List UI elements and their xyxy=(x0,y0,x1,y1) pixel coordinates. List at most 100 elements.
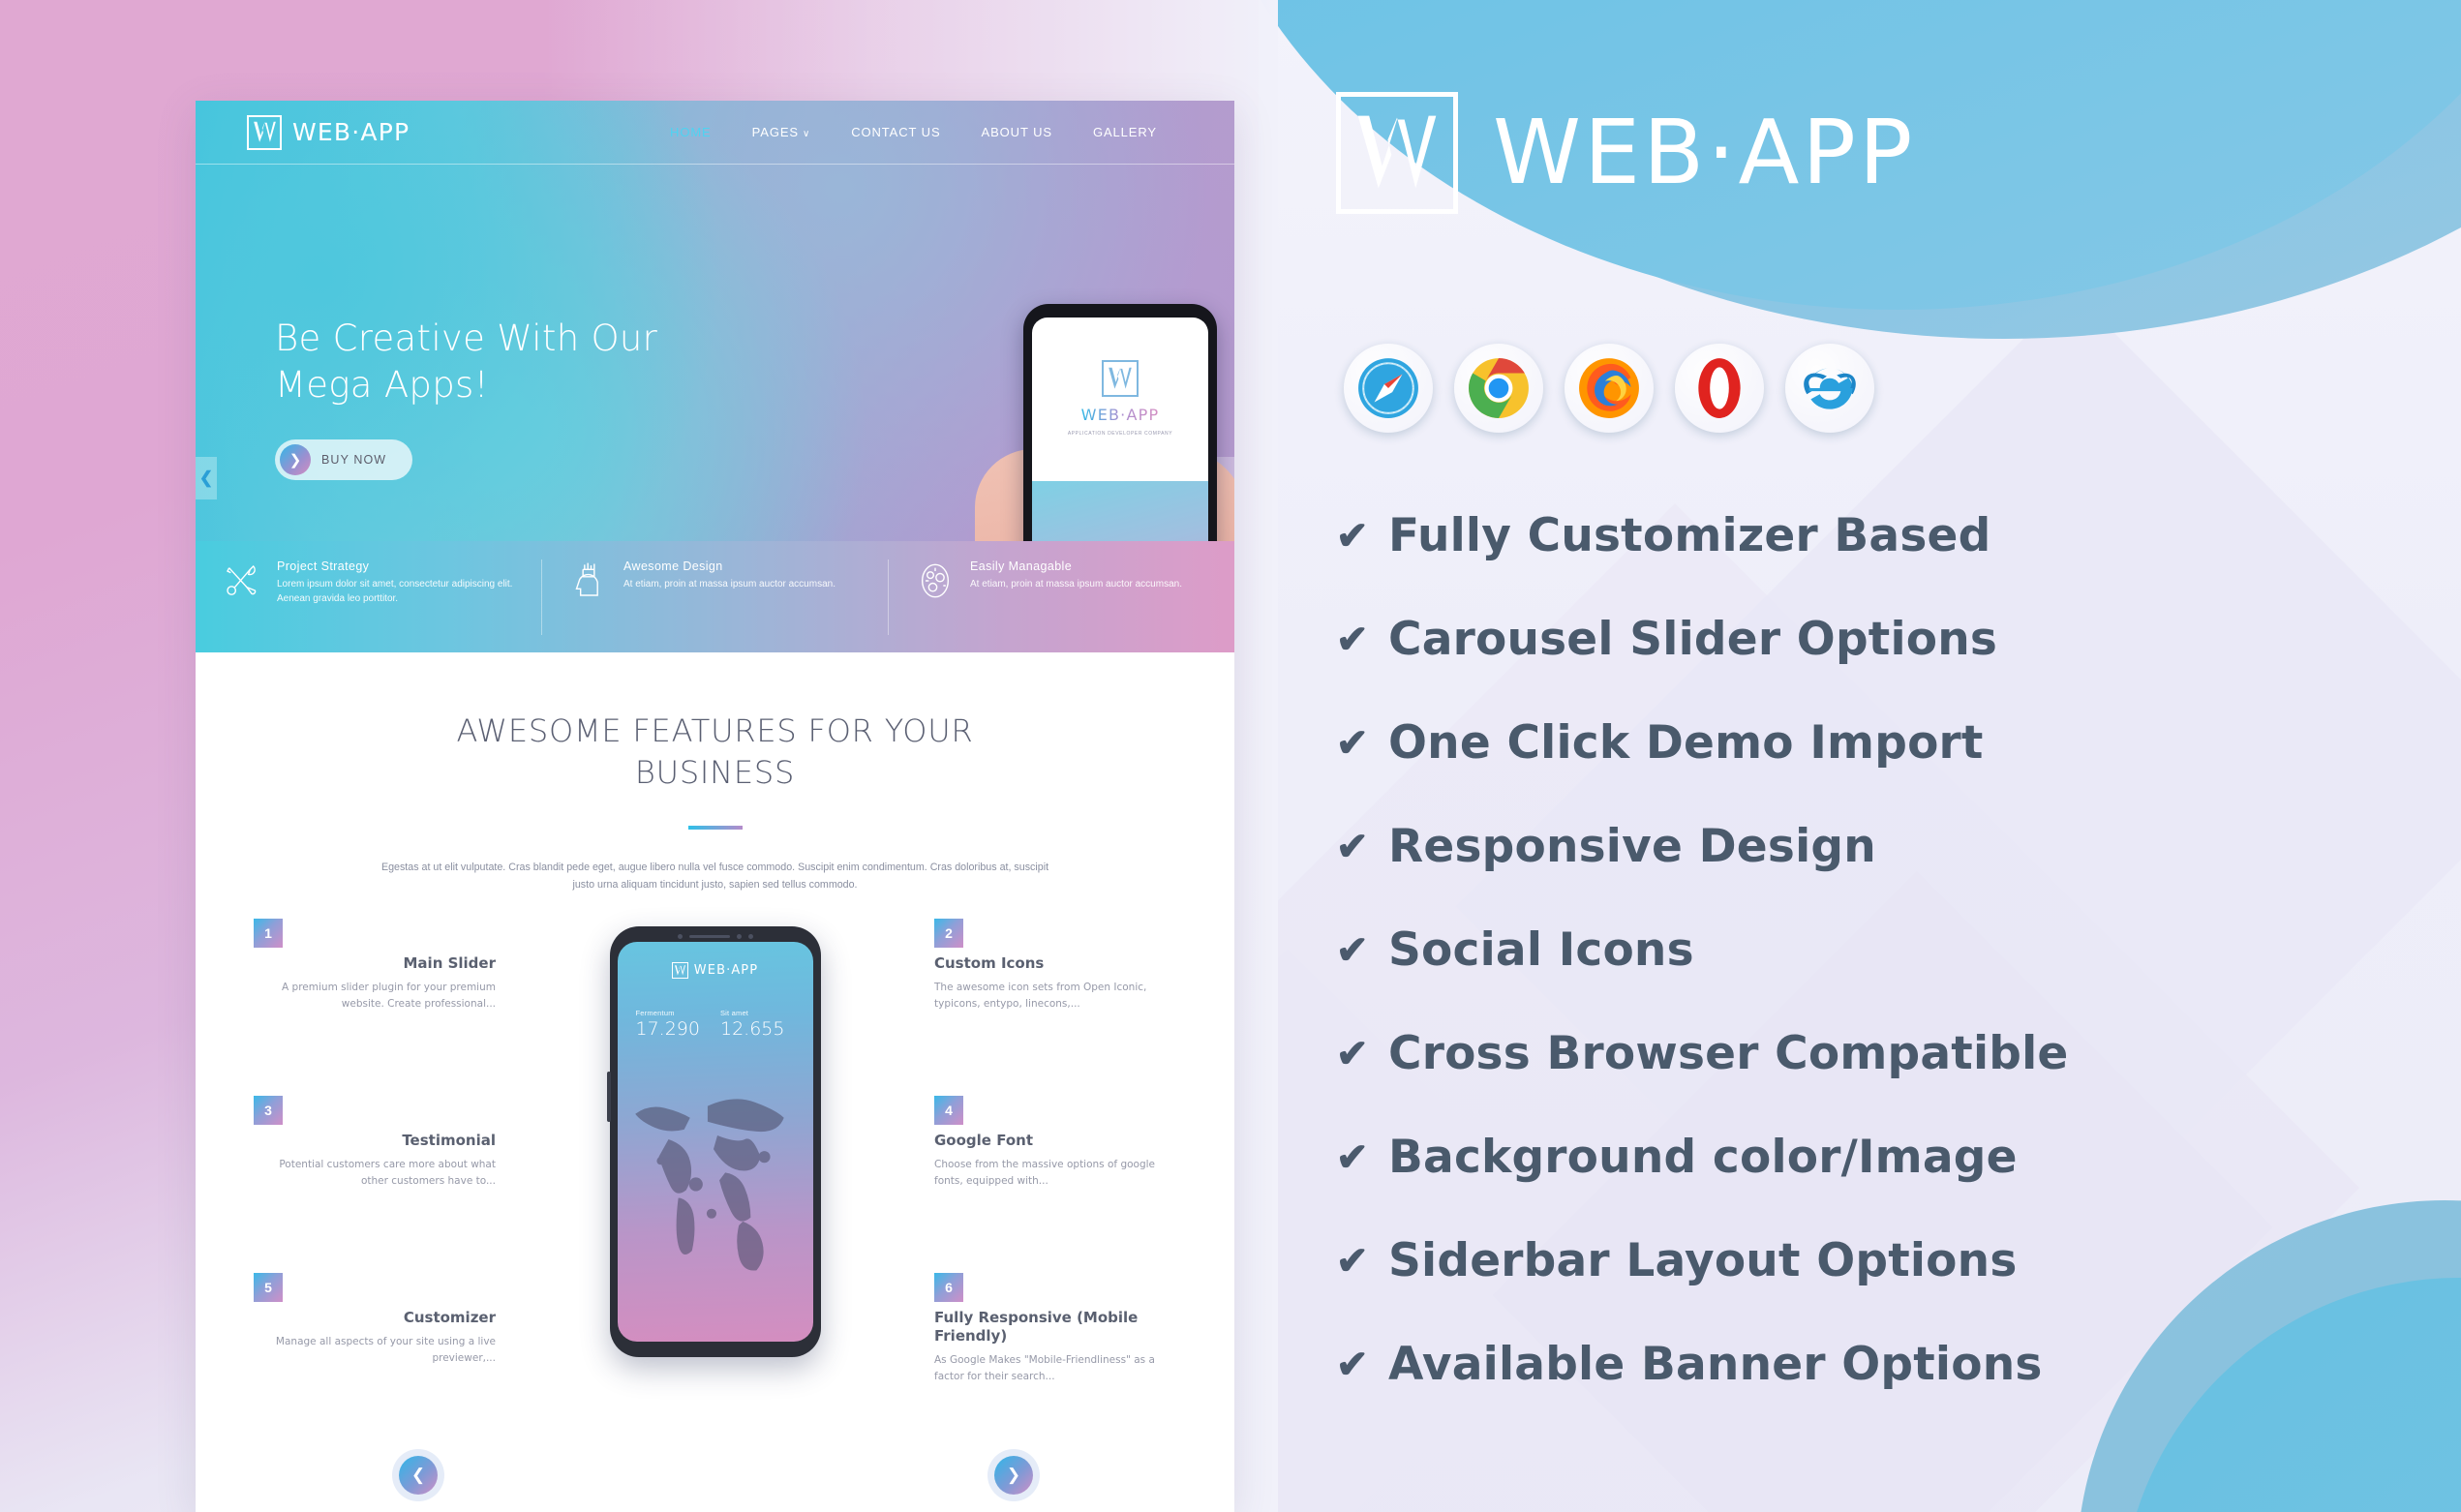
chevron-right-icon: ❯ xyxy=(280,444,311,476)
feature-card-title: Fully Responsive (Mobile Friendly) xyxy=(934,1309,1139,1346)
feature-list-item: ✔ Social Icons xyxy=(1336,898,2382,1002)
feature-card-desc: Potential customers care more about what… xyxy=(279,1159,496,1188)
hero-heading-line-1: Be Creative With Our xyxy=(275,318,658,359)
feature-list-item: ✔ Available Banner Options xyxy=(1336,1313,2382,1416)
feature-card-1: 1 Main Slider A premium slider plugin fo… xyxy=(254,919,496,1096)
phone-camera-dot xyxy=(677,933,683,939)
features-grid: 1 Main Slider A premium slider plugin fo… xyxy=(196,919,1234,1461)
feature-card-desc: Choose from the massive options of googl… xyxy=(934,1159,1156,1188)
feature-card-title: Main Slider xyxy=(403,954,497,973)
feature-card-desc: Manage all aspects of your site using a … xyxy=(275,1336,496,1365)
tools-icon xyxy=(223,561,265,605)
features-section: AWESOME FEATURES FOR YOUR BUSINESS Egest… xyxy=(196,652,1234,1512)
hero-copy: Be Creative With Our Mega Apps! ❯ BUY NO… xyxy=(275,316,658,481)
phone-speaker xyxy=(688,934,730,939)
feature-label: Siderbar Layout Options xyxy=(1388,1234,2018,1287)
feature-label: Background color/Image xyxy=(1388,1131,2018,1184)
feature-label: Fully Customizer Based xyxy=(1388,509,1991,562)
hero-heading-line-2: Mega Apps! xyxy=(275,364,489,407)
hero-section: WEB·APP HOME PAGES ∨ CONTACT US ABOUT US … xyxy=(196,101,1234,541)
feature-card-6: 6 Fully Responsive (Mobile Friendly) As … xyxy=(934,1273,1176,1450)
feature-label: One Click Demo Import xyxy=(1388,716,1984,770)
feature-number-badge: 2 xyxy=(934,919,963,949)
features-carousel-next-button[interactable]: ❯ xyxy=(994,1456,1033,1495)
feature-number-badge: 3 xyxy=(254,1096,283,1126)
feature-card-desc: As Google Makes "Mobile-Friendliness" as… xyxy=(934,1353,1155,1382)
brand-name: WEB·APP xyxy=(1493,101,1916,204)
hero-phone-device: WEB·APP APPLICATION DEVELOPER COMPANY LO… xyxy=(1023,304,1217,541)
feature-label: Responsive Design xyxy=(1388,820,1876,873)
check-icon: ✔ xyxy=(1336,928,1369,972)
brand-lockup: WEB·APP xyxy=(1336,92,1915,214)
features-lead-text: Egestas at ut elit vulputate. Cras bland… xyxy=(380,861,1049,891)
phone-side-button xyxy=(606,1072,611,1123)
feature-label: Carousel Slider Options xyxy=(1388,613,1998,666)
nav-item-about-us[interactable]: ABOUT US xyxy=(982,125,1052,139)
check-icon: ✔ xyxy=(1336,618,1369,661)
feature-card-4: 4 Google Font Choose from the massive op… xyxy=(934,1096,1176,1273)
chrome-browser-icon xyxy=(1454,344,1543,433)
check-icon: ✔ xyxy=(1336,1032,1369,1075)
internet-explorer-browser-icon xyxy=(1785,344,1874,433)
hero-phone-app-subtitle: APPLICATION DEVELOPER COMPANY xyxy=(1067,431,1173,438)
service-item-awesome-design: Awesome Design At etiam, proin at massa … xyxy=(541,559,888,635)
buy-now-button[interactable]: ❯ BUY NOW xyxy=(275,439,412,481)
feature-checklist: ✔ Fully Customizer Based ✔ Carousel Slid… xyxy=(1336,484,2382,1416)
features-carousel-prev-button[interactable]: ❮ xyxy=(399,1456,438,1495)
features-heading: AWESOME FEATURES FOR YOUR BUSINESS xyxy=(196,711,1234,793)
webapp-monogram-icon xyxy=(671,962,688,980)
stat-value: 12.655 xyxy=(719,1018,785,1041)
heading-underline-divider xyxy=(687,826,743,830)
mockup-nav-menu: HOME PAGES ∨ CONTACT US ABOUT US GALLERY xyxy=(670,125,1157,139)
nav-item-contact-us[interactable]: CONTACT US xyxy=(851,125,940,139)
service-desc: At etiam, proin at massa ipsum auctor ac… xyxy=(970,578,1182,590)
feature-number-badge: 4 xyxy=(934,1096,963,1126)
feature-list-item: ✔ Cross Browser Compatible xyxy=(1336,1002,2382,1105)
chevron-down-icon: ∨ xyxy=(802,129,811,139)
feature-card-3: 3 Testimonial Potential customers care m… xyxy=(254,1096,496,1273)
hero-phone-app-body: LOG IN IF YOU DON'T HAVE AN ACCOUNT YET.… xyxy=(1032,480,1208,541)
service-title: Awesome Design xyxy=(623,559,723,573)
features-column-left: 1 Main Slider A premium slider plugin fo… xyxy=(254,919,496,1461)
service-title: Project Strategy xyxy=(277,559,370,573)
nav-item-home-label: HOME xyxy=(670,125,712,139)
feature-list-item: ✔ Carousel Slider Options xyxy=(1336,588,2382,691)
service-desc: Lorem ipsum dolor sit amet, consectetur … xyxy=(277,578,513,605)
stat-fermentum: Fermentum 17.290 xyxy=(636,1009,700,1040)
service-text: Easily Managable At etiam, proin at mass… xyxy=(970,559,1182,592)
browser-compatibility-icons xyxy=(1344,344,1874,433)
opera-browser-icon xyxy=(1675,344,1764,433)
feature-label: Cross Browser Compatible xyxy=(1388,1027,2069,1080)
check-icon: ✔ xyxy=(1336,721,1369,765)
features-phone-screen: WEB·APP Fermentum 17.290 Sit amet 12.655 xyxy=(617,942,813,1343)
nav-item-gallery-label: GALLERY xyxy=(1092,125,1157,139)
feature-number-badge: 1 xyxy=(254,919,283,949)
services-band: Project Strategy Lorem ipsum dolor sit a… xyxy=(196,541,1234,652)
nav-item-pages[interactable]: PAGES ∨ xyxy=(752,125,811,139)
right-promo-panel: WEB·APP ✔ Fully Customizer Based ✔ Carou… xyxy=(1336,0,2401,1512)
check-icon: ✔ xyxy=(1336,1239,1369,1283)
mockup-logo[interactable]: WEB·APP xyxy=(247,114,410,150)
buy-now-label: BUY NOW xyxy=(321,453,387,468)
feature-card-title: Custom Icons xyxy=(934,954,1045,973)
nav-item-contact-us-label: CONTACT US xyxy=(851,125,941,139)
nav-item-gallery[interactable]: GALLERY xyxy=(1093,125,1157,139)
features-phone-app-logo: WEB·APP xyxy=(618,942,813,980)
features-phone-app-title: WEB·APP xyxy=(693,963,759,979)
check-icon: ✔ xyxy=(1336,1343,1369,1386)
phone-sensor-dot xyxy=(736,933,742,939)
nav-item-about-us-label: ABOUT US xyxy=(981,125,1052,139)
hero-prev-arrow[interactable]: ❮ xyxy=(196,457,217,499)
feature-card-2: 2 Custom Icons The awesome icon sets fro… xyxy=(934,919,1176,1096)
feature-card-title: Google Font xyxy=(934,1132,1033,1150)
hero-phone-in-hand: WEB·APP APPLICATION DEVELOPER COMPANY LO… xyxy=(975,304,1234,541)
check-icon: ✔ xyxy=(1336,825,1369,868)
safari-browser-icon xyxy=(1344,344,1433,433)
stat-label: Sit amet xyxy=(719,1009,749,1018)
service-text: Awesome Design At etiam, proin at massa … xyxy=(623,559,836,592)
feature-list-item: ✔ Background color/Image xyxy=(1336,1105,2382,1209)
nav-item-home[interactable]: HOME xyxy=(670,125,712,139)
service-desc: At etiam, proin at massa ipsum auctor ac… xyxy=(623,578,836,590)
webapp-monogram-icon xyxy=(1336,92,1458,214)
brain-gears-icon xyxy=(916,561,958,605)
